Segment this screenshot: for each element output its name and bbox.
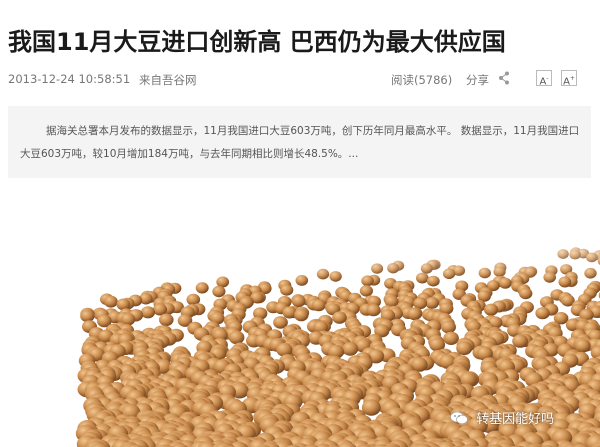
summary-text: 据海关总署本月发布的数据显示，11月我国进口大豆603万吨，创下历年同月最高水平… <box>20 125 580 160</box>
wechat-watermark: 转基因能好吗 <box>450 408 554 430</box>
share-button[interactable]: 分享 <box>466 72 489 88</box>
publish-date: 2013-12-24 10:58:51 <box>8 72 131 86</box>
article-meta: 2013-12-24 10:58:51 来自吾谷网 阅读(5786) 分享 A-… <box>8 70 592 90</box>
article-summary: 据海关总署本月发布的数据显示，11月我国进口大豆603万吨，创下历年同月最高水平… <box>8 106 591 178</box>
article-title: 我国11月大豆进口创新高 巴西仍为最大供应国 <box>8 28 506 56</box>
article-source: 来自吾谷网 <box>139 73 197 87</box>
font-increase-button[interactable]: A+ <box>561 70 577 88</box>
wechat-icon <box>450 411 468 425</box>
font-increase-label: A <box>563 76 570 88</box>
share-icon[interactable] <box>498 71 510 85</box>
font-decrease-button[interactable]: A- <box>536 70 552 87</box>
read-count: 阅读(5786) <box>391 73 453 87</box>
watermark-text: 转基因能好吗 <box>476 412 555 427</box>
